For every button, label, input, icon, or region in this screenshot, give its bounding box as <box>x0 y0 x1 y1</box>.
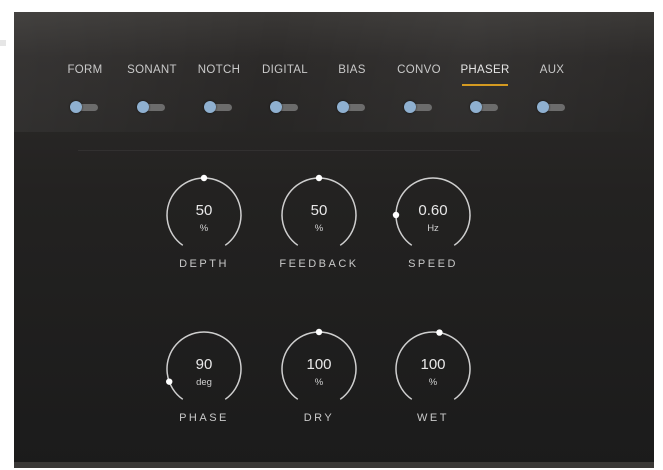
tab-phaser[interactable]: PHASER <box>450 64 520 86</box>
knob-label: PHASE <box>179 412 229 424</box>
knob-unit: % <box>314 377 324 388</box>
tab-aux[interactable]: AUX <box>517 64 587 76</box>
toggle-knob <box>470 101 482 113</box>
knob-value: 50 <box>310 202 328 219</box>
toggle-aux[interactable] <box>537 100 567 114</box>
panel-bottom-bar <box>14 462 654 468</box>
knob-label: DEPTH <box>179 258 229 270</box>
tab-form[interactable]: FORM <box>50 64 120 76</box>
knob-value: 90 <box>195 356 213 373</box>
knob-label: DRY <box>303 412 335 424</box>
toggle-phaser[interactable] <box>470 100 500 114</box>
knob-value: 100 <box>306 356 332 373</box>
speed-knob[interactable]: 0.60 Hz SPEED <box>388 168 478 278</box>
toggle-knob <box>537 101 549 113</box>
toggle-knob <box>137 101 149 113</box>
tab-digital[interactable]: DIGITAL <box>250 64 320 76</box>
toggle-knob <box>337 101 349 113</box>
toggle-convo[interactable] <box>404 100 434 114</box>
knob-unit: % <box>428 377 438 388</box>
toggle-knob <box>70 101 82 113</box>
phaser-panel: FORM SONANT NOTCH DIGITAL BIAS CONVO PHA… <box>14 12 654 468</box>
tab-bias[interactable]: BIAS <box>317 64 387 76</box>
tab-sonant[interactable]: SONANT <box>117 64 187 76</box>
knob-unit: Hz <box>427 223 439 234</box>
toggle-knob <box>270 101 282 113</box>
tab-label: AUX <box>539 64 565 76</box>
tab-label: FORM <box>67 64 103 76</box>
toggle-digital[interactable] <box>270 100 300 114</box>
knob-unit: deg <box>196 377 212 388</box>
knob-label: SPEED <box>408 258 458 270</box>
section-divider <box>78 150 480 151</box>
knob-unit: % <box>199 223 209 234</box>
toggle-sonant[interactable] <box>137 100 167 114</box>
corner-mark <box>0 40 6 46</box>
wet-knob[interactable]: 100 % WET <box>388 322 478 432</box>
knob-value: 100 <box>420 356 446 373</box>
tab-label: NOTCH <box>197 64 241 76</box>
toggle-form[interactable] <box>70 100 100 114</box>
tab-label: DIGITAL <box>262 64 308 76</box>
knob-value: 50 <box>195 202 213 219</box>
toggle-knob <box>404 101 416 113</box>
toggle-bias[interactable] <box>337 100 367 114</box>
depth-knob[interactable]: 50 % DEPTH <box>159 168 249 278</box>
tab-convo[interactable]: CONVO <box>384 64 454 76</box>
active-tab-underline <box>462 84 508 86</box>
toggle-knob <box>204 101 216 113</box>
tab-notch[interactable]: NOTCH <box>184 64 254 76</box>
tab-label: CONVO <box>397 64 441 76</box>
toggle-notch[interactable] <box>204 100 234 114</box>
knob-label: WET <box>417 412 449 424</box>
knob-value: 0.60 <box>418 202 448 219</box>
knob-unit: % <box>314 223 324 234</box>
dry-knob[interactable]: 100 % DRY <box>274 322 364 432</box>
feedback-knob[interactable]: 50 % FEEDBACK <box>274 168 364 278</box>
tab-label: PHASER <box>460 64 510 76</box>
phase-knob[interactable]: 90 deg PHASE <box>159 322 249 432</box>
tab-label: BIAS <box>338 64 366 76</box>
tab-label: SONANT <box>127 64 177 76</box>
knob-label: FEEDBACK <box>279 258 359 270</box>
